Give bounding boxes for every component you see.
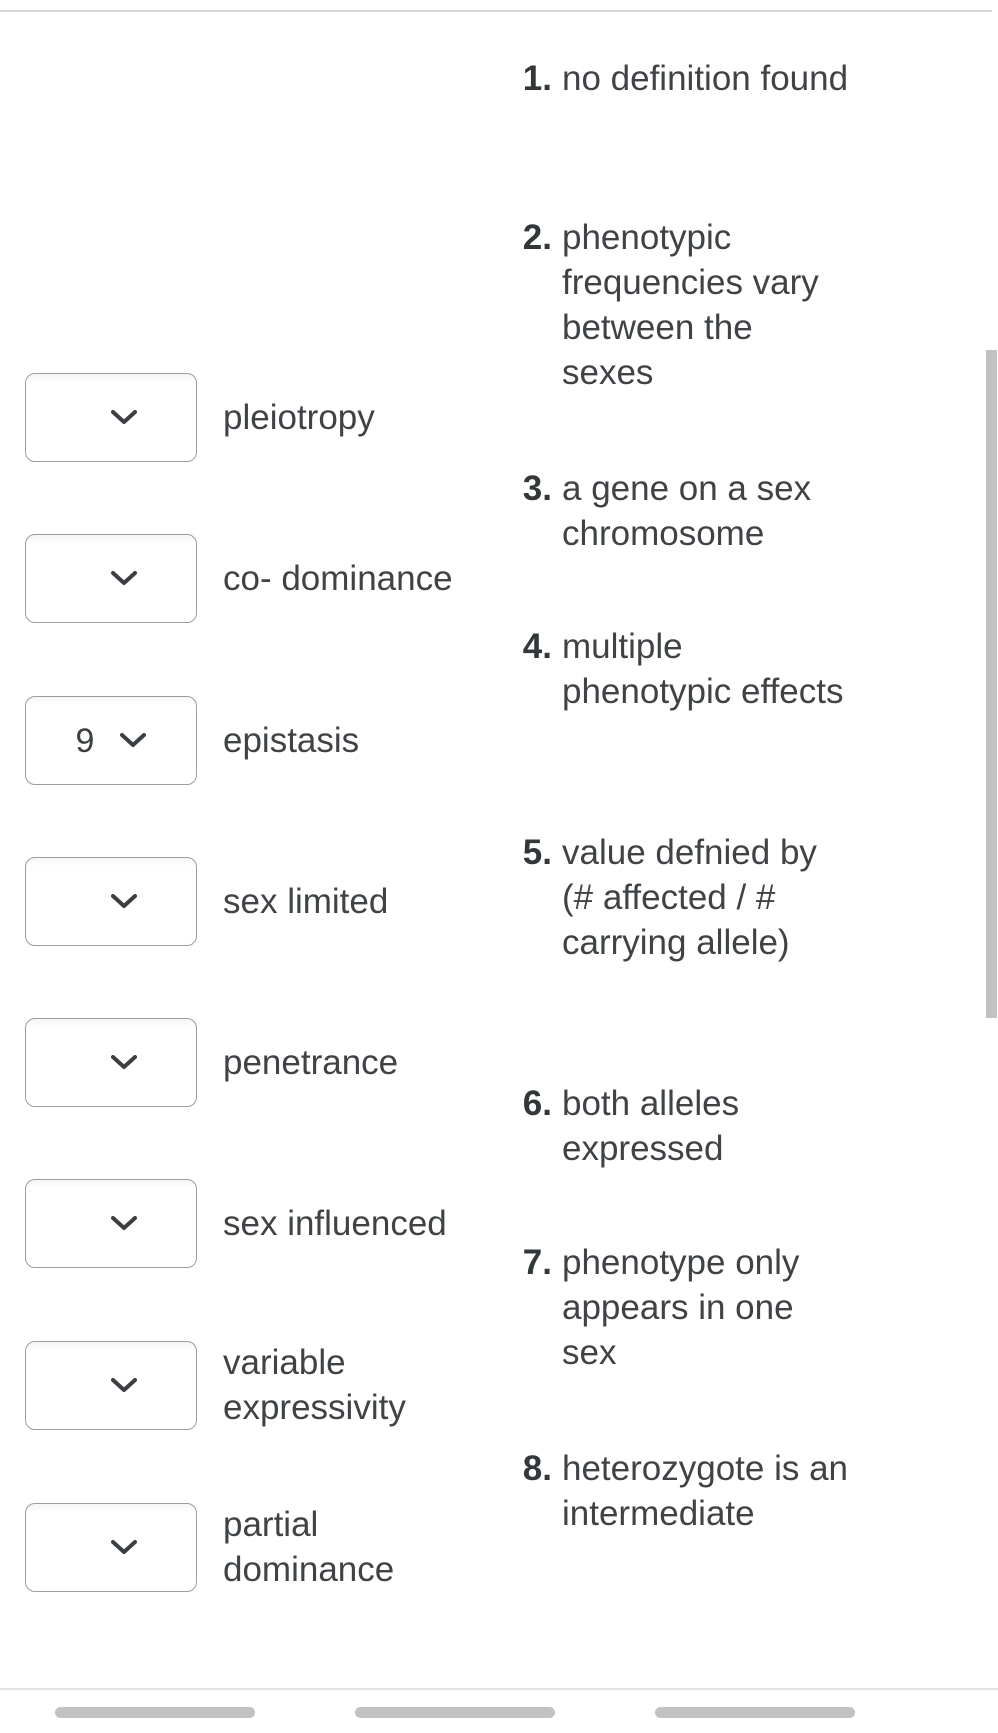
answer-select-7[interactable]	[25, 1340, 197, 1430]
definition-text: value defnied by (# affected / # carryin…	[562, 833, 817, 962]
definition-row: 1. no definition found	[500, 56, 920, 101]
definition-text: a gene on a sex chromosome	[562, 469, 812, 553]
definition-row: 6. both alleles expressed	[500, 1081, 920, 1171]
term-row: sex limited	[0, 857, 500, 946]
definition-row: 2. phenotypic frequencies vary between th…	[500, 215, 920, 395]
definition-text: heterozygote is an intermediate	[562, 1449, 849, 1533]
answer-select-1[interactable]	[25, 373, 197, 462]
term-label: variable expressivity	[223, 1343, 406, 1427]
definition-row: 4. multiple phenotypic effects	[500, 624, 920, 714]
vertical-scrollbar-thumb[interactable]	[986, 350, 997, 1018]
chevron-down-icon	[111, 1055, 137, 1070]
term-row: sex influenced	[0, 1179, 500, 1268]
term-label: penetrance	[223, 1043, 399, 1082]
definition-number: 2.	[522, 218, 552, 257]
horizontal-scrollbar-thumb-1[interactable]	[55, 1707, 255, 1718]
answer-select-6[interactable]	[25, 1179, 197, 1268]
term-row: partial dominance	[0, 1502, 500, 1592]
term-row: 9 epistasis	[0, 696, 500, 785]
answer-select-3[interactable]: 9	[25, 696, 197, 785]
chevron-down-icon	[111, 410, 137, 425]
answer-select-8[interactable]	[25, 1502, 197, 1592]
term-label: sex limited	[223, 882, 389, 921]
term-row: co- dominance	[0, 534, 500, 623]
definition-row: 3. a gene on a sex chromosome	[500, 466, 920, 556]
definition-number: 8.	[522, 1449, 552, 1488]
term-label: partial dominance	[223, 1505, 395, 1589]
definition-number: 3.	[522, 469, 552, 508]
vertical-scrollbar-track[interactable]	[984, 12, 998, 1702]
term-row: variable expressivity	[0, 1340, 500, 1430]
chevron-down-icon	[111, 894, 137, 909]
term-label: epistasis	[223, 721, 360, 760]
chevron-down-icon	[120, 733, 147, 748]
definitions-column: 1. no definition found 2. phenotypic freque…	[500, 12, 998, 1702]
answer-select-4[interactable]	[25, 857, 197, 946]
chevron-down-icon	[111, 571, 137, 586]
definition-text: multiple phenotypic effects	[562, 627, 844, 711]
definition-number: 5.	[522, 833, 552, 872]
chevron-down-icon	[111, 1377, 137, 1393]
term-row: penetrance	[0, 1018, 500, 1107]
definition-text: phenotype only appears in one sex	[562, 1243, 800, 1372]
term-label: co- dominance	[223, 559, 453, 598]
definition-row: 7. phenotype only appears in one sex	[500, 1240, 920, 1375]
horizontal-scrollbar-thumb-2[interactable]	[355, 1707, 555, 1718]
definition-text: no definition found	[562, 59, 849, 98]
answer-select-value: 9	[75, 721, 95, 760]
definition-row: 8. heterozygote is an intermediate	[500, 1446, 920, 1536]
definition-number: 6.	[522, 1084, 552, 1123]
terms-column: pleiotropy co- dominance 9 epistasis sex lim…	[0, 12, 500, 1702]
term-row: pleiotropy	[0, 373, 500, 462]
definition-number: 4.	[522, 627, 552, 666]
definition-number: 1.	[522, 59, 552, 98]
definition-text: both alleles expressed	[562, 1084, 740, 1168]
definition-row: 5. value defnied by (# affected / # carry…	[500, 830, 920, 965]
chevron-down-icon	[111, 1216, 137, 1231]
definition-text: phenotypic frequencies vary between the …	[562, 218, 819, 392]
horizontal-scrollbar-strip[interactable]	[0, 1688, 998, 1733]
page-viewport: pleiotropy co- dominance 9 epistasis sex lim…	[0, 0, 998, 1733]
matching-exercise: pleiotropy co- dominance 9 epistasis sex lim…	[0, 12, 998, 1702]
answer-select-5[interactable]	[25, 1018, 197, 1107]
definition-number: 7.	[522, 1243, 552, 1282]
term-label: pleiotropy	[223, 398, 375, 437]
answer-select-2[interactable]	[25, 534, 197, 623]
horizontal-scrollbar-thumb-3[interactable]	[655, 1707, 855, 1718]
chevron-down-icon	[111, 1539, 137, 1555]
term-label: sex influenced	[223, 1204, 447, 1243]
